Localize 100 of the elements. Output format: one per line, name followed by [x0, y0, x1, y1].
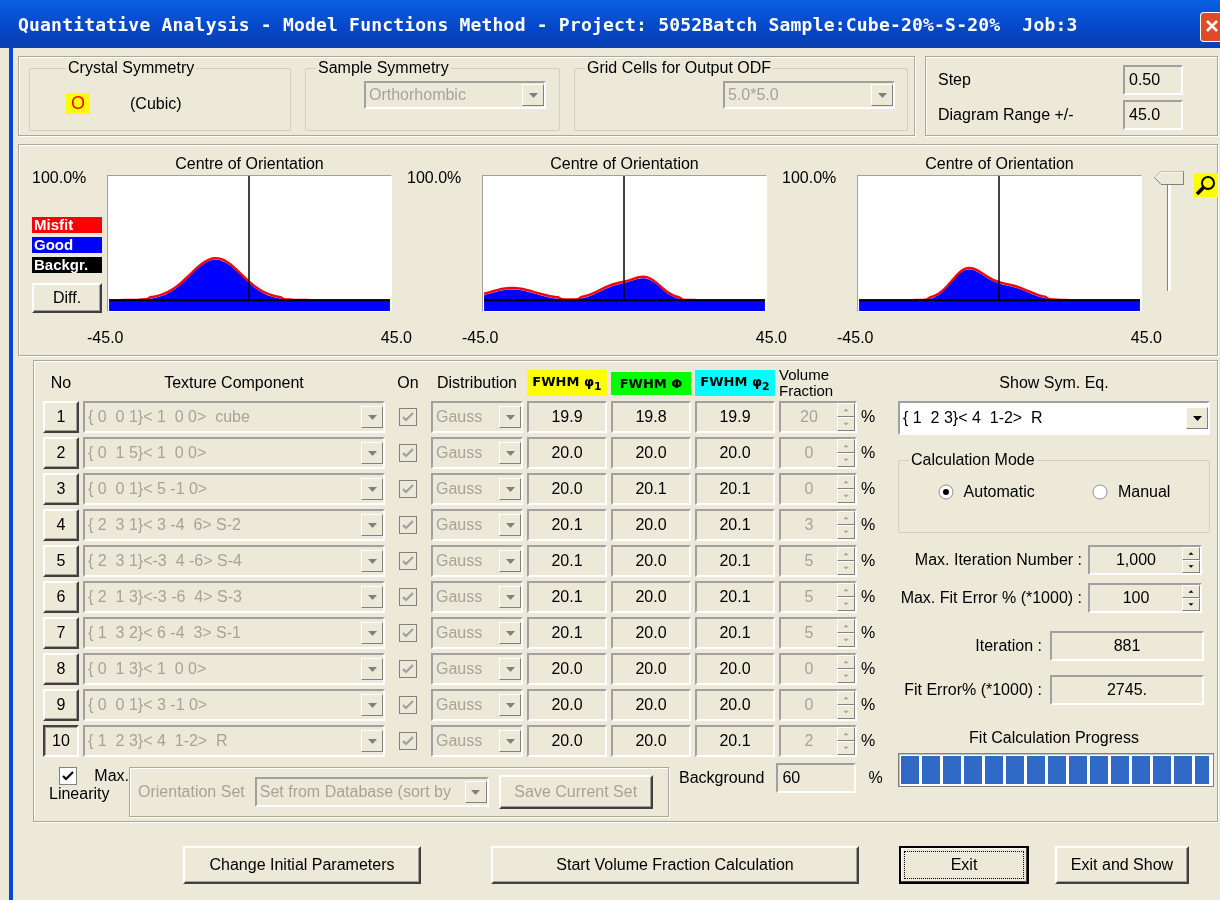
fit-error-field: 2745. — [1050, 675, 1204, 705]
dropdown-arrow-icon — [1192, 415, 1202, 421]
y-axis-label: 100.0% — [407, 169, 462, 187]
dropdown-arrow-icon — [505, 630, 515, 636]
no-header: No — [49, 374, 73, 392]
dropdown-arrow-icon — [505, 450, 515, 456]
distribution-header: Distribution — [436, 374, 518, 392]
group-label: Crystal Symmetry — [67, 59, 196, 77]
x-axis-label: 45.0 — [380, 329, 412, 348]
fwhm-header: FWHM Φ — [611, 371, 691, 395]
radio-label: Manual — [1117, 483, 1171, 501]
dropdown-arrow-icon — [505, 486, 515, 492]
percent-unit: % — [861, 444, 877, 462]
dropdown-arrow-icon — [505, 738, 515, 744]
spin-down-icon[interactable] — [1182, 560, 1200, 573]
checkbox-label: Linearity — [49, 785, 111, 803]
volume-fraction-header: Volume Fraction — [779, 367, 835, 399]
plot-title: Centre of Orientation — [549, 155, 700, 174]
dropdown-arrow-icon — [367, 414, 377, 420]
fwhm-header: FWHM φ$_{2}$ — [695, 369, 775, 397]
dropdown-arrow-icon — [505, 414, 515, 420]
percent-unit: % — [861, 480, 877, 498]
x-axis-label: -45.0 — [837, 329, 874, 348]
sym-eq-dropdown[interactable]: { 1 2 3}< 4 1-2> R — [898, 401, 1210, 435]
x-axis-label: 45.0 — [755, 329, 787, 348]
dropdown-arrow-icon — [505, 558, 515, 564]
dropdown-arrow-icon — [471, 789, 481, 795]
dropdown-arrow-icon — [505, 666, 515, 672]
max-fit-error-label: Max. Fit Error % (*1000) : — [900, 589, 1082, 607]
y-axis-label: 100.0% — [782, 169, 837, 187]
symmetry-name: (Cubic) — [130, 94, 182, 113]
search-icon[interactable] — [1194, 173, 1218, 197]
dropdown-arrow-icon — [367, 450, 377, 456]
x-axis-label: -45.0 — [462, 329, 499, 348]
legend-label: Misfit — [32, 217, 102, 233]
close-icon — [1205, 19, 1219, 33]
max-iteration-spinner[interactable]: 1,000 — [1088, 545, 1202, 575]
x-axis-label: -45.0 — [87, 329, 124, 348]
percent-unit: % — [861, 588, 877, 606]
on-header: On — [396, 374, 420, 392]
dropdown-arrow-icon — [367, 486, 377, 492]
dropdown-arrow-icon — [505, 522, 515, 528]
percent-unit: % — [861, 552, 877, 570]
dropdown-arrow-icon — [367, 666, 377, 672]
step-label: Step — [938, 71, 972, 89]
radio-label: Automatic — [963, 483, 1035, 501]
percent-unit: % — [868, 769, 883, 787]
percent-unit: % — [861, 732, 877, 750]
dialog-button[interactable]: Exit and Show — [1055, 846, 1189, 884]
dropdown-arrow-icon — [505, 702, 515, 708]
slider-thumb[interactable] — [1154, 171, 1184, 185]
diagram-range-label: Diagram Range +/- — [938, 106, 1075, 124]
y-axis-label: 100.0% — [32, 169, 87, 187]
group-label: Grid Cells for Output ODF — [586, 59, 773, 77]
dropdown-arrow-icon — [367, 702, 377, 708]
legend-label: Backgr. — [32, 257, 102, 273]
sym-eq-label: Show Sym. Eq. — [999, 374, 1109, 392]
close-button[interactable] — [1200, 12, 1220, 42]
x-axis-label: 45.0 — [1130, 329, 1162, 348]
group-label: Calculation Mode — [910, 451, 1036, 469]
dropdown-arrow-icon — [877, 92, 887, 98]
diagram-range-field[interactable]: 45.0 — [1123, 100, 1183, 130]
group-label: Sample Symmetry — [317, 59, 450, 77]
iteration-field: 881 — [1050, 631, 1204, 661]
spin-up-icon[interactable] — [1182, 547, 1200, 560]
dropdown-arrow-icon — [505, 594, 515, 600]
spin-down-icon[interactable] — [1182, 598, 1200, 611]
spin-up-icon[interactable] — [1182, 585, 1200, 598]
percent-unit: % — [861, 696, 877, 714]
checkbox[interactable] — [58, 767, 77, 785]
percent-unit: % — [861, 516, 877, 534]
diff-button[interactable]: Diff. — [32, 283, 102, 313]
iteration-label: Iteration : — [975, 637, 1042, 655]
orientation-set-label: Orientation Set — [138, 783, 245, 801]
progress-label: Fit Calculation Progress — [968, 729, 1140, 747]
dropdown-arrow-icon — [367, 630, 377, 636]
percent-unit: % — [861, 624, 877, 642]
radio-button[interactable] — [1091, 484, 1108, 500]
dialog-button[interactable]: Start Volume Fraction Calculation — [491, 846, 859, 884]
window-title: Quantitative Analysis - Model Functions Method - Project: 5052Batch Sample:Cube-20%-S-20% Job:3 — [18, 13, 1078, 35]
max-fit-error-spinner[interactable]: 100 — [1088, 583, 1202, 613]
radio-button[interactable] — [937, 484, 954, 500]
percent-unit: % — [861, 408, 877, 426]
symmetry-symbol: O — [66, 93, 90, 114]
percent-unit: % — [861, 660, 877, 678]
dialog-button[interactable]: Change Initial Parameters — [183, 846, 421, 884]
dialog-button[interactable]: Exit — [899, 846, 1029, 884]
dropdown-arrow-icon — [528, 92, 538, 98]
dropdown-arrow-icon — [367, 522, 377, 528]
max-iteration-label: Max. Iteration Number : — [914, 551, 1082, 569]
plot-title: Centre of Orientation — [174, 155, 325, 174]
fwhm-header: FWHM φ$_{1}$ — [527, 369, 607, 397]
legend-label: Good — [32, 237, 102, 253]
step-field[interactable]: 0.50 — [1123, 65, 1183, 95]
background-field[interactable]: 60 — [776, 763, 857, 793]
component-header: Texture Component — [163, 374, 305, 392]
background-label: Background — [679, 769, 765, 787]
checkbox-label: Max. — [94, 767, 129, 785]
dropdown-arrow-icon — [367, 558, 377, 564]
plot-title: Centre of Orientation — [924, 155, 1075, 174]
